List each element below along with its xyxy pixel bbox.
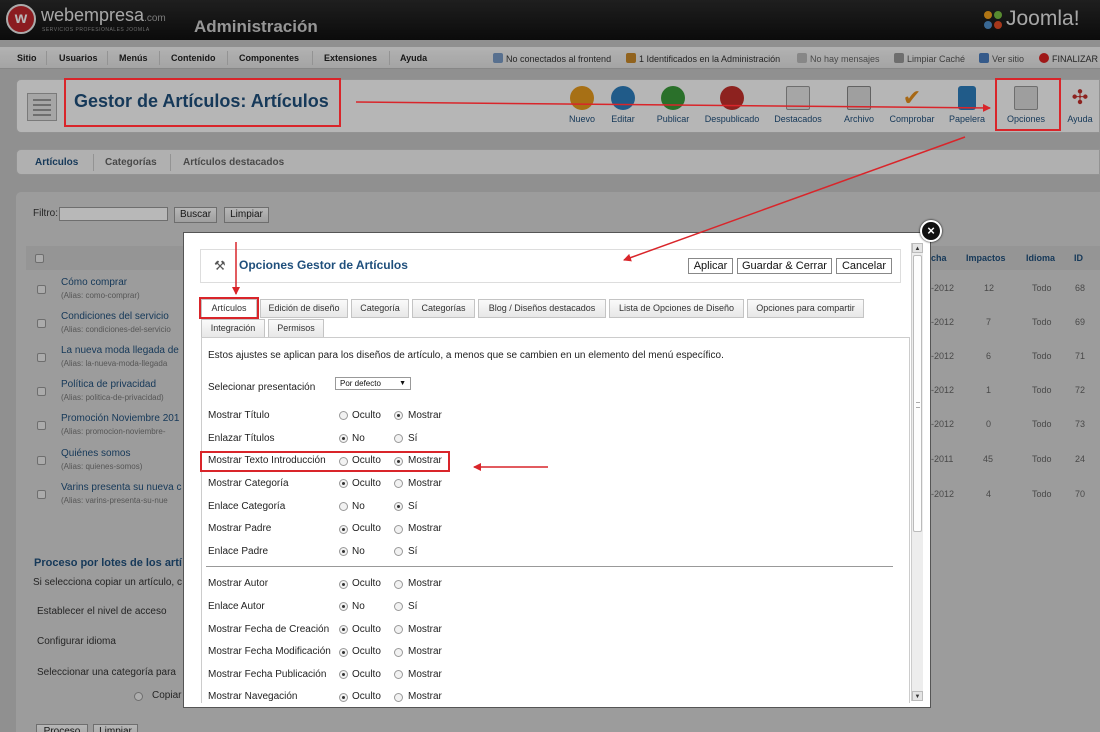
option-radio-b-label: Mostrar xyxy=(408,646,442,657)
option-label: Enlazar Títulos xyxy=(208,433,275,444)
tab-edicion-diseno[interactable]: Edición de diseño xyxy=(260,299,348,318)
option-radio-b-label: Mostrar xyxy=(408,691,442,702)
option-radio-b[interactable] xyxy=(394,411,403,420)
option-radio-b-label: Mostrar xyxy=(408,478,442,489)
option-radio-a[interactable] xyxy=(339,693,348,702)
option-radio-a[interactable] xyxy=(339,625,348,634)
highlight-page-title xyxy=(64,78,341,127)
tab-integracion[interactable]: Integración xyxy=(201,319,265,338)
option-radio-a[interactable] xyxy=(339,602,348,611)
option-radio-b[interactable] xyxy=(394,547,403,556)
option-radio-b-label: Mostrar xyxy=(408,410,442,421)
option-radio-b[interactable] xyxy=(394,580,403,589)
option-radio-b-label: Mostrar xyxy=(408,578,442,589)
option-radio-a-label: Oculto xyxy=(352,478,381,489)
modal-title: Opciones Gestor de Artículos xyxy=(239,258,408,272)
option-label: Enlace Categoría xyxy=(208,501,286,512)
options-divider xyxy=(206,566,893,567)
option-radio-b[interactable] xyxy=(394,602,403,611)
scroll-down-icon[interactable]: ▼ xyxy=(912,691,923,701)
option-radio-b[interactable] xyxy=(394,625,403,634)
option-label: Mostrar Navegación xyxy=(208,691,298,702)
option-radio-a[interactable] xyxy=(339,502,348,511)
option-label: Mostrar Título xyxy=(208,410,270,421)
scroll-up-icon[interactable]: ▲ xyxy=(912,243,923,253)
option-radio-b[interactable] xyxy=(394,525,403,534)
option-radio-a[interactable] xyxy=(339,670,348,679)
option-radio-a-label: Oculto xyxy=(352,523,381,534)
modal-scrollbar[interactable]: ▲ ▼ xyxy=(911,243,923,701)
grip-icon xyxy=(916,402,920,408)
option-label: Mostrar Categoría xyxy=(208,478,289,489)
highlight-articles-tab xyxy=(199,297,259,319)
option-radio-b-label: Sí xyxy=(408,601,418,612)
chevron-down-icon: ▼ xyxy=(399,380,406,387)
option-radio-b-label: Sí xyxy=(408,546,418,557)
highlight-intro-text-option xyxy=(200,451,450,472)
option-radio-a[interactable] xyxy=(339,547,348,556)
layout-select[interactable]: Por defecto ▼ xyxy=(335,377,411,390)
tools-icon: ⚒ xyxy=(214,258,226,273)
apply-button[interactable]: Aplicar xyxy=(688,258,733,274)
option-radio-a[interactable] xyxy=(339,648,348,657)
option-radio-a-label: Oculto xyxy=(352,691,381,702)
option-radio-b-label: Sí xyxy=(408,501,418,512)
option-label: Mostrar Padre xyxy=(208,523,272,534)
option-radio-a-label: No xyxy=(352,501,365,512)
option-radio-b[interactable] xyxy=(394,648,403,657)
tab-categorias[interactable]: Categorías xyxy=(412,299,475,318)
option-label: Mostrar Fecha de Creación xyxy=(208,624,330,635)
option-radio-a-label: Oculto xyxy=(352,624,381,635)
option-radio-b[interactable] xyxy=(394,434,403,443)
option-radio-b[interactable] xyxy=(394,502,403,511)
scrollbar-thumb[interactable] xyxy=(913,255,922,532)
option-radio-a-label: No xyxy=(352,433,365,444)
option-label: Mostrar Autor xyxy=(208,578,269,589)
option-label: Mostrar Fecha Publicación xyxy=(208,669,327,680)
option-radio-a[interactable] xyxy=(339,580,348,589)
option-radio-a-label: Oculto xyxy=(352,669,381,680)
option-radio-b[interactable] xyxy=(394,479,403,488)
tab-permisos[interactable]: Permisos xyxy=(268,319,324,338)
option-label: Mostrar Fecha Modificación xyxy=(208,646,331,657)
option-radio-a-label: No xyxy=(352,546,365,557)
tab-opciones-compartir[interactable]: Opciones para compartir xyxy=(747,299,864,318)
option-radio-b-label: Sí xyxy=(408,433,418,444)
cancel-button[interactable]: Cancelar xyxy=(836,258,892,274)
option-radio-b-label: Mostrar xyxy=(408,624,442,635)
option-radio-b[interactable] xyxy=(394,693,403,702)
tab-lista-opciones[interactable]: Lista de Opciones de Diseño xyxy=(609,299,744,318)
option-radio-a[interactable] xyxy=(339,411,348,420)
option-radio-a-label: Oculto xyxy=(352,578,381,589)
option-radio-a[interactable] xyxy=(339,525,348,534)
layout-label: Selecionar presentación xyxy=(208,382,316,393)
option-radio-b-label: Mostrar xyxy=(408,669,442,680)
option-label: Enlace Padre xyxy=(208,546,269,557)
option-radio-b-label: Mostrar xyxy=(408,523,442,534)
option-radio-a[interactable] xyxy=(339,479,348,488)
panel-intro-text: Estos ajustes se aplican para los diseño… xyxy=(208,350,724,361)
save-close-button[interactable]: Guardar & Cerrar xyxy=(737,258,832,274)
modal-close-button[interactable]: × xyxy=(920,220,942,242)
tab-blog-destacados[interactable]: Blog / Diseños destacados xyxy=(478,299,606,318)
option-radio-a-label: Oculto xyxy=(352,410,381,421)
option-radio-a-label: No xyxy=(352,601,365,612)
option-radio-a[interactable] xyxy=(339,434,348,443)
option-label: Enlace Autor xyxy=(208,601,265,612)
option-radio-a-label: Oculto xyxy=(352,646,381,657)
highlight-options-button xyxy=(995,78,1061,131)
option-radio-b[interactable] xyxy=(394,670,403,679)
tab-categoria[interactable]: Categoría xyxy=(351,299,409,318)
